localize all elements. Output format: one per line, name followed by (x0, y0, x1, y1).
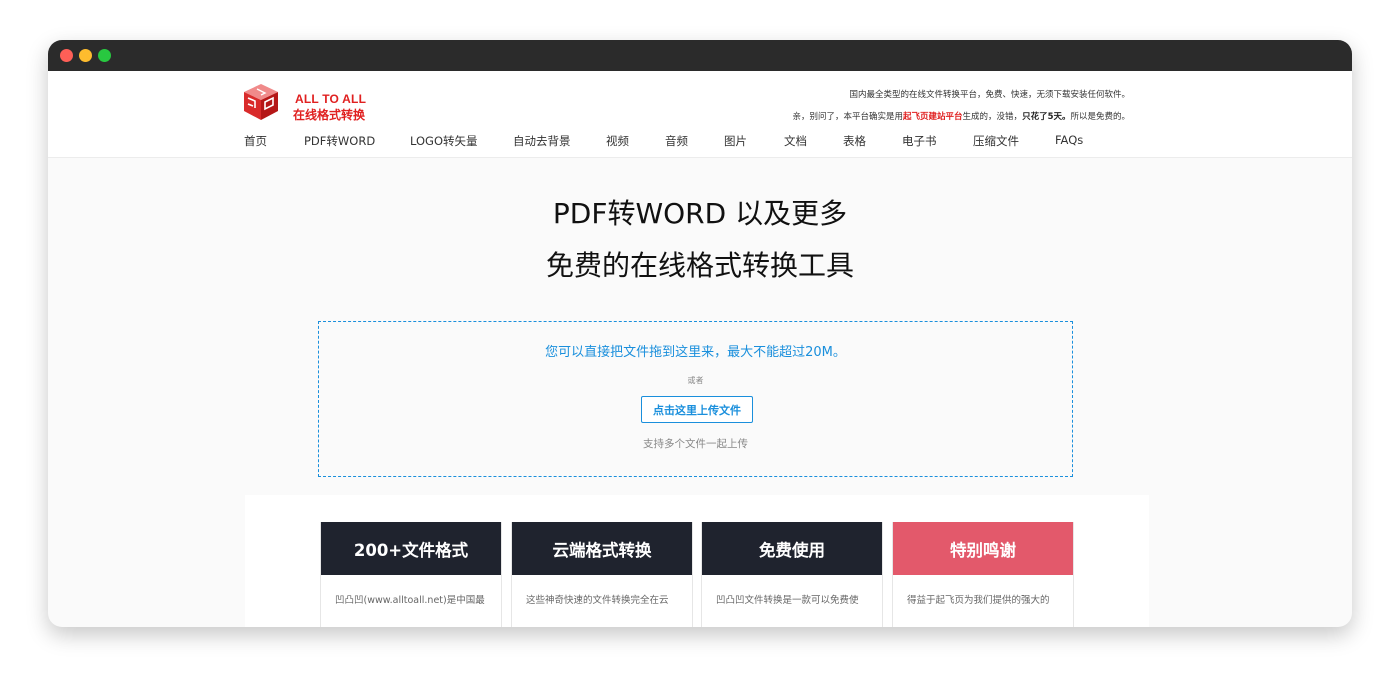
feature-card-title: 云端格式转换 (512, 522, 692, 575)
feature-card-body: 凹凸凹文件转换是一款可以免费使 (716, 595, 859, 606)
brand-name-en[interactable]: ALL TO ALL (295, 92, 366, 106)
feature-card-title: 特别鸣谢 (893, 522, 1073, 575)
tagline-1: 国内最全类型的在线文件转换平台，免费、快速，无须下载安装任何软件。 (849, 90, 1130, 100)
feature-card-body: 这些神奇快速的文件转换完全在云 (526, 595, 669, 606)
tagline-2-link[interactable]: 起飞页建站平台 (903, 112, 963, 122)
tagline-2-prefix: 亲，别问了，本平台确实是用 (792, 112, 904, 122)
tagline-2-mid: 生成的，没错， (962, 112, 1023, 122)
brand-name-cn[interactable]: 在线格式转换 (293, 106, 365, 123)
file-drop-zone[interactable]: 您可以直接把文件拖到这里来，最大不能超过20M。 或者 点击这里上传文件 支持多… (318, 321, 1073, 477)
feature-card-title: 200+文件格式 (321, 522, 501, 575)
nav-item-spreadsheet[interactable]: 表格 (843, 133, 866, 149)
browser-window: ALL TO ALL 在线格式转换 国内最全类型的在线文件转换平台，免费、快速，… (48, 40, 1352, 627)
upload-file-button[interactable]: 点击这里上传文件 (641, 396, 753, 423)
nav-item-ebook[interactable]: 电子书 (902, 133, 937, 149)
maximize-window-button[interactable] (98, 49, 111, 62)
or-label: 或者 (687, 376, 704, 385)
hero-title-line-1: PDF转WORD 以及更多 (552, 197, 848, 230)
feature-card-body: 得益于起飞页为我们提供的强大的 (907, 595, 1050, 606)
hero-title-line-2: 免费的在线格式转换工具 (545, 249, 854, 282)
nav-item-audio[interactable]: 音频 (665, 133, 688, 149)
cube-logo-icon[interactable] (243, 83, 279, 121)
nav-item-image[interactable]: 图片 (724, 133, 747, 149)
feature-card: 免费使用 凹凸凹文件转换是一款可以免费使 (701, 522, 883, 627)
features-section: 200+文件格式 凹凸凹(www.alltoall.net)是中国最 云端格式转… (245, 495, 1149, 627)
feature-card: 特别鸣谢 得益于起飞页为我们提供的强大的 (892, 522, 1074, 627)
feature-card-title: 免费使用 (702, 522, 882, 575)
nav-item-pdf-to-word[interactable]: PDF转WORD (304, 133, 375, 149)
nav-item-remove-background[interactable]: 自动去背景 (513, 133, 571, 149)
drop-instruction: 您可以直接把文件拖到这里来，最大不能超过20M。 (545, 345, 846, 360)
close-window-button[interactable] (60, 49, 73, 62)
tagline-2: 亲，别问了，本平台确实是用起飞页建站平台生成的，没错，只花了5天。所以是免费的。 (793, 110, 1130, 122)
feature-card-body: 凹凸凹(www.alltoall.net)是中国最 (335, 595, 485, 606)
nav-item-logo-vector[interactable]: LOGO转矢量 (410, 133, 478, 149)
feature-card: 200+文件格式 凹凸凹(www.alltoall.net)是中国最 (320, 522, 502, 627)
nav-item-document[interactable]: 文档 (784, 133, 807, 149)
window-titlebar (48, 40, 1352, 71)
multi-upload-note: 支持多个文件一起上传 (643, 438, 748, 450)
tagline-2-suffix: 所以是免费的。 (1070, 112, 1130, 122)
main-nav: 首页 PDF转WORD LOGO转矢量 自动去背景 视频 音频 图片 文档 表格… (244, 133, 1352, 153)
nav-item-video[interactable]: 视频 (606, 133, 629, 149)
feature-card: 云端格式转换 这些神奇快速的文件转换完全在云 (511, 522, 693, 627)
nav-item-faqs[interactable]: FAQs (1055, 133, 1083, 147)
site-header: ALL TO ALL 在线格式转换 国内最全类型的在线文件转换平台，免费、快速，… (48, 71, 1352, 158)
nav-item-archive[interactable]: 压缩文件 (973, 133, 1019, 149)
minimize-window-button[interactable] (79, 49, 92, 62)
tagline-2-bold: 只花了5天。 (1022, 112, 1071, 122)
nav-item-home[interactable]: 首页 (244, 133, 267, 149)
